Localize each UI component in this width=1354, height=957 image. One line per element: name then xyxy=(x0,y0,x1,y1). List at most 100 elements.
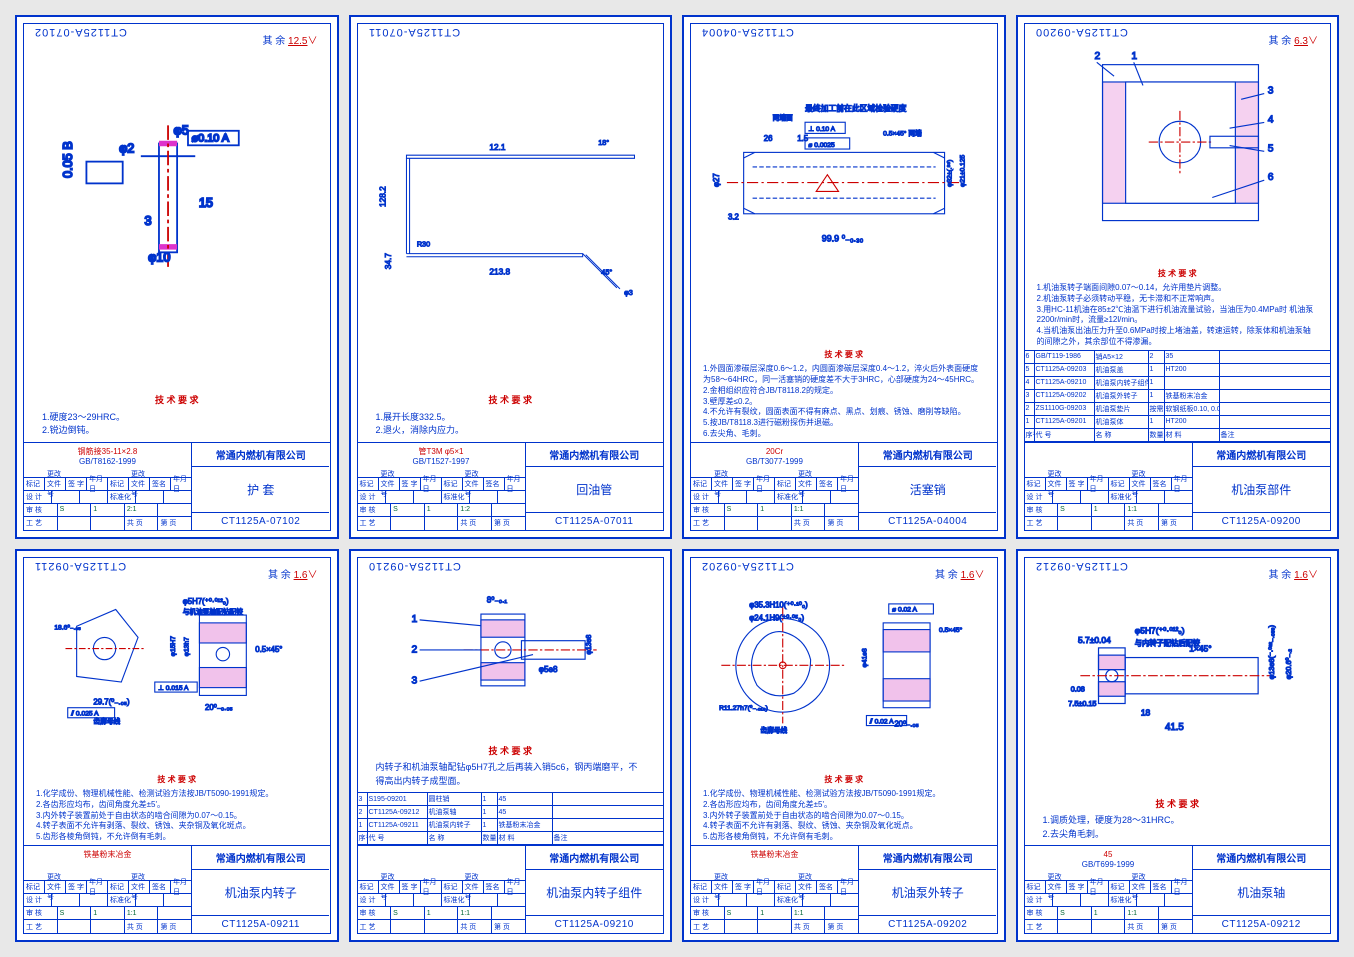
svg-text:与机油泵轴配钻配铰: 与机油泵轴配钻配铰 xyxy=(182,607,242,616)
company-name: 常通内燃机有限公司 xyxy=(1193,846,1330,870)
tech-requirements: 技 术 要 求1.展开长度332.5。2.退火，消除内应力。 xyxy=(358,390,664,442)
tech-requirements: 技 术 要 求1.外圆面渗碳层深度0.6～1.2，内圆面渗碳层深度0.4～1.2… xyxy=(691,348,997,441)
drawing-number: CT1125A-09210 xyxy=(526,916,663,933)
svg-text:0.5×45°: 0.5×45° xyxy=(939,626,963,634)
svg-text:φ13e8(⁻·⁰³²₋.₀₅₉): φ13e8(⁻·⁰³²₋.₀₅₉) xyxy=(1267,625,1276,679)
part-name: 护 套 xyxy=(192,467,329,513)
svg-text:φ32±(.⁸⁵): φ32±(.⁸⁵) xyxy=(946,160,953,187)
svg-text:φ15H7: φ15H7 xyxy=(170,636,177,657)
svg-text:12.1: 12.1 xyxy=(490,142,507,152)
svg-text:1: 1 xyxy=(412,615,418,626)
drawing-number: CT1125A-07102 xyxy=(192,513,329,530)
svg-text:φ3: φ3 xyxy=(624,288,633,297)
svg-text:最终加工前在此区域检验硬度: 最终加工前在此区域检验硬度 xyxy=(805,103,907,113)
svg-text:8⁰₋₀.₁: 8⁰₋₀.₁ xyxy=(487,596,508,605)
svg-text:213.8: 213.8 xyxy=(490,267,511,277)
svg-text:34.7: 34.7 xyxy=(383,253,393,270)
svg-text:26: 26 xyxy=(763,135,772,144)
drawing-sheet: CT1125A-09202其 余 1.6∨φ35.3H10(⁺⁰·¹⁰₀)φ24… xyxy=(682,549,1006,942)
part-name: 机油泵轴 xyxy=(1193,870,1330,916)
svg-text:5.7±0.04: 5.7±0.04 xyxy=(1078,635,1111,645)
drawing-viewport: φ5H7(⁺⁰·⁰¹²₀)与机油泵轴配钻配铰 0.5×45° 20⁰₋₀.₀₅ 18.… xyxy=(24,558,330,773)
title-block: 标记更改文件号签 字年月日标记更改文件号签名年月日设 计标准化审 核S11:1工… xyxy=(1025,442,1331,530)
drawing-viewport: 0.05 B⌀0.10 Aφ10φ5φ2153 xyxy=(24,24,330,390)
drawing-viewport: 99.9 ⁰₋₀.₃₀ φ27 ⊥ 0.10 A ⌀ 0.0025 26 1.5 0.5×4… xyxy=(691,24,997,348)
svg-text:⌀ 0.0025: ⌀ 0.0025 xyxy=(808,142,835,149)
svg-text:128.2: 128.2 xyxy=(378,186,388,207)
svg-text:1×45°: 1×45° xyxy=(1189,643,1211,653)
svg-text:φ27: φ27 xyxy=(712,174,721,188)
drawing-number: CT1125A-04004 xyxy=(859,513,996,530)
bom-table: 3S195-09201圆柱销1452CT1125A-09212机油泵轴1451C… xyxy=(358,792,664,845)
svg-text:φ21±0.125: φ21±0.125 xyxy=(959,155,966,187)
drawing-number: CT1125A-09202 xyxy=(859,916,996,933)
svg-text:φ24.1H9(⁺⁰·⁰⁵₀): φ24.1H9(⁺⁰·⁰⁵₀) xyxy=(749,614,804,623)
title-block: 钢筋接35-11×2.8GB/T8162-1999标记更改文件号签 字年月日标记… xyxy=(24,442,330,530)
svg-text:φ10: φ10 xyxy=(148,251,170,265)
svg-text:⊥ 0.10 A: ⊥ 0.10 A xyxy=(808,126,835,133)
company-name: 常通内燃机有限公司 xyxy=(192,846,329,870)
svg-text:⌀ 0.02 A: ⌀ 0.02 A xyxy=(892,607,917,614)
svg-text:0.5×45°: 0.5×45° xyxy=(255,645,282,654)
svg-text:0.05 B: 0.05 B xyxy=(61,141,75,178)
tech-requirements: 技 术 要 求1.调质处理，硬度为28～31HRC。2.去尖角毛刺。 xyxy=(1025,794,1331,846)
svg-text:15: 15 xyxy=(199,196,213,210)
svg-text:20⁰₋₀.₀₅: 20⁰₋₀.₀₅ xyxy=(205,703,233,712)
svg-text:φ5H7(⁺⁰·⁰¹²₀): φ5H7(⁺⁰·⁰¹²₀) xyxy=(182,597,228,606)
drawing-viewport: 12.118°128.234.7213.8R3045°φ3 xyxy=(358,24,664,390)
svg-text:φ35.3H10(⁺⁰·¹⁰₀): φ35.3H10(⁺⁰·¹⁰₀) xyxy=(749,600,808,609)
svg-text:5: 5 xyxy=(1267,143,1273,154)
company-name: 常通内燃机有限公司 xyxy=(859,443,996,467)
tech-requirements: 技 术 要 求1.机油泵转子端面间隙0.07～0.14，允许用垫片调整。2.机油… xyxy=(1025,267,1331,350)
svg-text:0.08: 0.08 xyxy=(1071,684,1085,693)
title-block: 铁基粉末冶金标记更改文件号签 字年月日标记更改文件号签名年月日设 计标准化审 核… xyxy=(691,845,997,933)
svg-text:3: 3 xyxy=(412,676,418,687)
svg-text:齿廓母线: 齿廓母线 xyxy=(760,725,787,734)
svg-text:φ13e8: φ13e8 xyxy=(586,635,593,655)
drawing-number: CT1125A-09200 xyxy=(1193,513,1330,530)
svg-text:φ41e8: φ41e8 xyxy=(861,648,868,667)
title-block: 20CrGB/T3077-1999标记更改文件号签 字年月日标记更改文件号签名年… xyxy=(691,442,997,530)
svg-text:⌀0.10 A: ⌀0.10 A xyxy=(191,133,229,145)
svg-text:⫽ 0.025 A: ⫽ 0.025 A xyxy=(70,711,99,718)
company-name: 常通内燃机有限公司 xyxy=(526,846,663,870)
drawing-viewport: φ35.3H10(⁺⁰·¹⁰₀)φ24.1H9(⁺⁰·⁰⁵₀)R11.27h7(… xyxy=(691,558,997,773)
drawing-number: CT1125A-09211 xyxy=(192,916,329,933)
drawing-viewport: 41.5185.7±0.047.5±0.150.08φ5H7(⁺⁰·⁰¹²₀)与… xyxy=(1025,558,1331,794)
svg-text:4: 4 xyxy=(1267,114,1273,125)
svg-text:φ2: φ2 xyxy=(119,142,134,156)
svg-text:2: 2 xyxy=(412,645,418,656)
svg-text:18.6⁰₋.₀₅: 18.6⁰₋.₀₅ xyxy=(54,624,81,632)
drawing-sheet: CT1125A-04004 99.9 ⁰₋₀.₃₀ φ27 ⊥ 0.10 A ⌀ 0.0… xyxy=(682,15,1006,539)
svg-text:0.5×45° 两端: 0.5×45° 两端 xyxy=(883,129,922,138)
svg-text:⫽ 0.02 A: ⫽ 0.02 A xyxy=(868,719,893,726)
bom-table: 6GB/T119-1986销A5×122355CT1125A-09203机油泵盖… xyxy=(1025,350,1331,442)
tech-requirements: 技 术 要 求1.化学成份、物理机械性能、检测试验方法按JB/T5090-199… xyxy=(24,773,330,845)
svg-text:两端面: 两端面 xyxy=(772,113,792,122)
drawing-sheet: CT1125A-09200其 余 6.3∨213456技 术 要 求1.机油泵转… xyxy=(1016,15,1340,539)
drawing-number: CT1125A-09212 xyxy=(1193,916,1330,933)
drawing-number: CT1125A-07011 xyxy=(526,513,663,530)
svg-text:6: 6 xyxy=(1267,172,1273,183)
part-name: 机油泵内转子 xyxy=(192,870,329,916)
tech-requirements: 技 术 要 求1.化学成份、物理机械性能、检测试验方法按JB/T5090-199… xyxy=(691,773,997,845)
drawing-sheet: CT1125A-0701112.118°128.234.7213.8R3045°… xyxy=(349,15,673,539)
svg-text:齿廓母线: 齿廓母线 xyxy=(93,717,120,726)
svg-text:3.2: 3.2 xyxy=(728,213,739,222)
svg-text:φ5: φ5 xyxy=(173,124,188,138)
svg-text:3: 3 xyxy=(1267,86,1273,97)
company-name: 常通内燃机有限公司 xyxy=(1193,443,1330,467)
svg-text:φ5H7(⁺⁰·⁰¹²₀): φ5H7(⁺⁰·⁰¹²₀) xyxy=(1135,625,1185,635)
drawing-viewport: 1238⁰₋₀.₁φ5e8φ13e8 xyxy=(358,558,664,741)
svg-text:29.7(⁰₋.₀₅): 29.7(⁰₋.₀₅) xyxy=(93,698,130,707)
svg-text:41.5: 41.5 xyxy=(1165,722,1184,733)
company-name: 常通内燃机有限公司 xyxy=(192,443,329,467)
svg-text:R30: R30 xyxy=(417,240,430,249)
svg-text:99.9 ⁰₋₀.₃₀: 99.9 ⁰₋₀.₃₀ xyxy=(821,234,863,244)
svg-text:1: 1 xyxy=(1131,51,1137,62)
svg-text:45°: 45° xyxy=(601,268,612,277)
svg-text:φ13h7: φ13h7 xyxy=(183,637,190,656)
tech-requirements: 技 术 要 求内转子和机油泵轴配钻φ5H7孔之后再装入销5c6，钢丙端磨平，不得… xyxy=(358,741,664,793)
svg-text:1.5: 1.5 xyxy=(797,135,809,144)
svg-text:18: 18 xyxy=(1141,708,1151,718)
